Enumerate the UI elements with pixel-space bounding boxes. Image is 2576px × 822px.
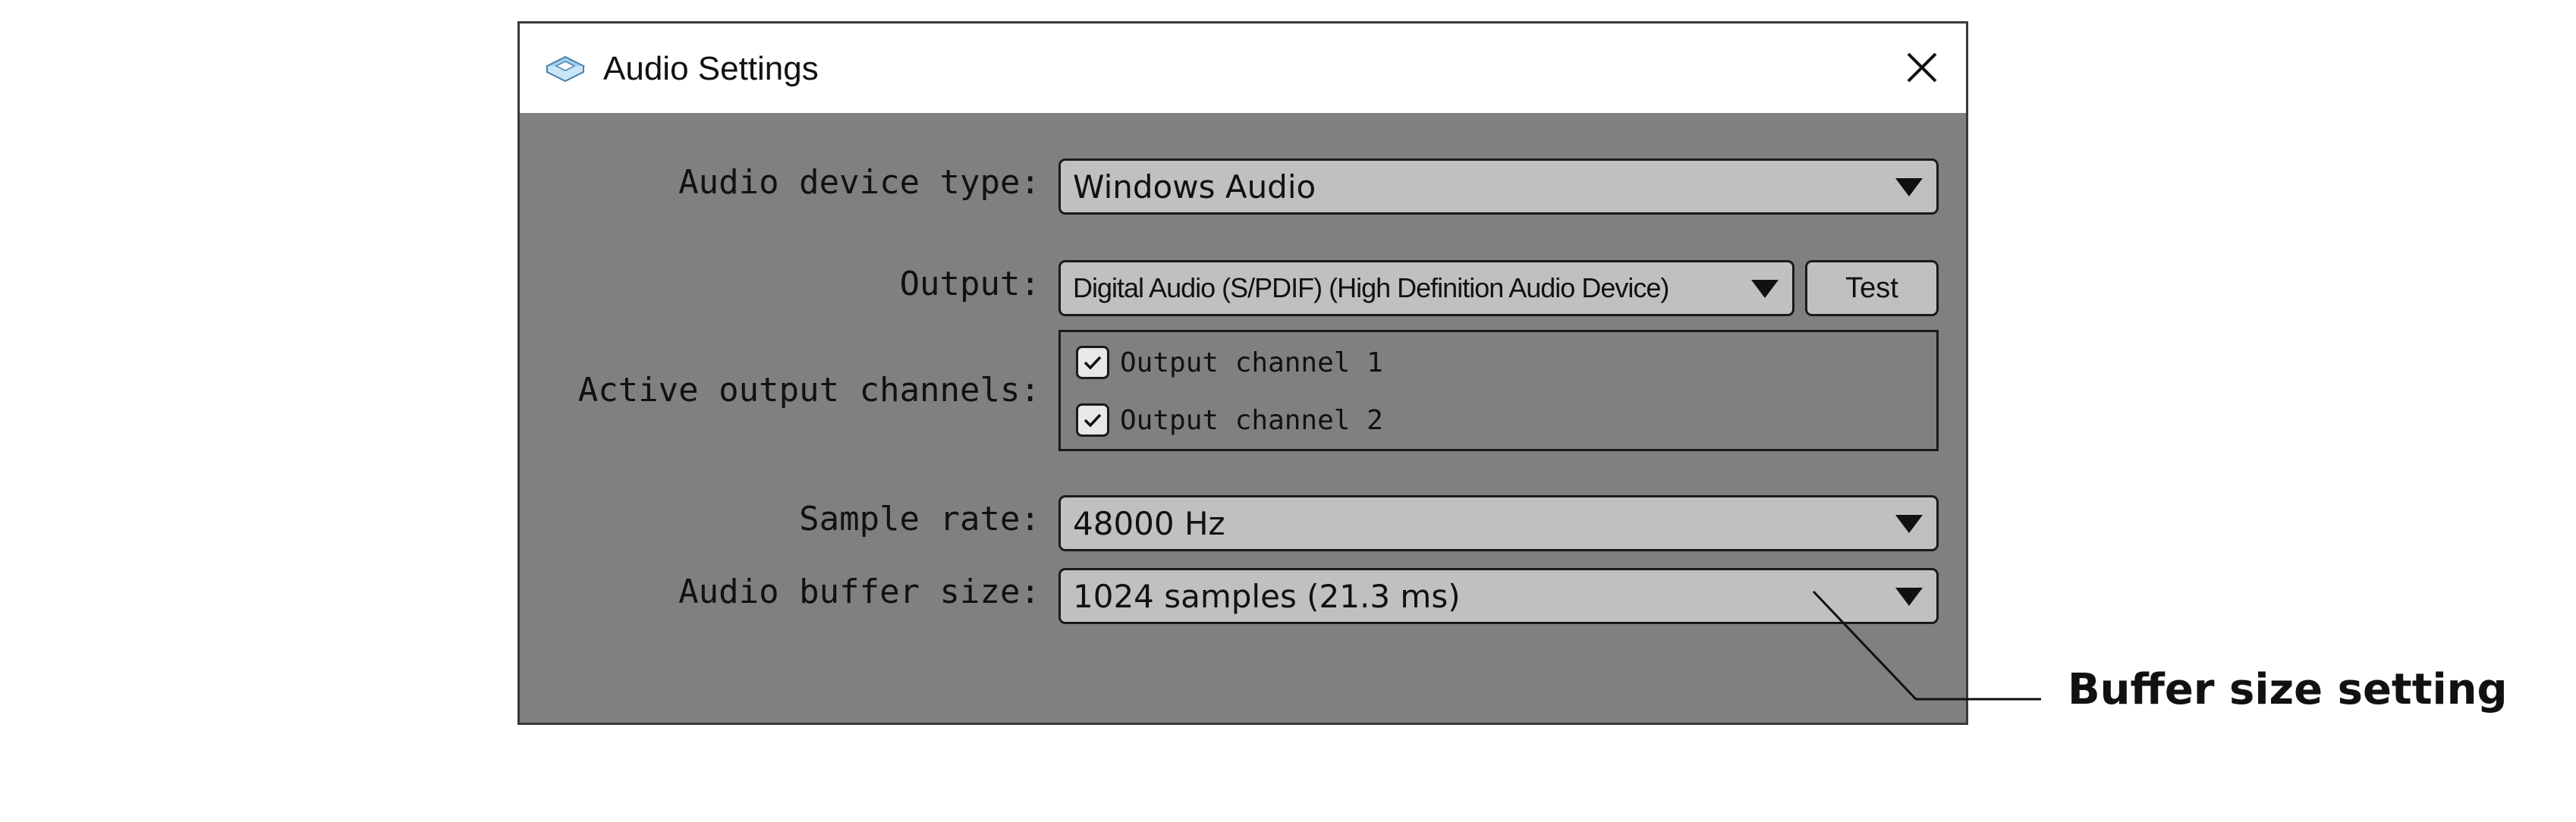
test-button[interactable]: Test <box>1805 260 1939 316</box>
audio-app-icon <box>545 55 586 83</box>
channels-list: Output channel 1 Output channel 2 <box>1058 330 1939 451</box>
channels-label: Active output channels: <box>577 371 1040 409</box>
channel-label: Output channel 1 <box>1120 347 1383 378</box>
output-label: Output: <box>899 265 1040 303</box>
chevron-down-icon <box>1895 588 1923 606</box>
checkbox-checked[interactable] <box>1076 346 1109 379</box>
output-value: Digital Audio (S/PDIF) (High Definition … <box>1073 272 1669 303</box>
buffer-size-dropdown[interactable]: 1024 samples (21.3 ms) <box>1058 568 1939 624</box>
checkmark-icon <box>1084 356 1102 370</box>
channel-item-1[interactable]: Output channel 1 <box>1076 340 1383 385</box>
channel-item-2[interactable]: Output channel 2 <box>1076 397 1383 443</box>
device-type-dropdown[interactable]: Windows Audio <box>1058 158 1939 215</box>
checkbox-checked[interactable] <box>1076 403 1109 437</box>
buffer-size-value: 1024 samples (21.3 ms) <box>1073 577 1461 615</box>
callout-label: Buffer size setting <box>2068 665 2508 714</box>
channel-label: Output channel 2 <box>1120 404 1383 436</box>
title-bar: Audio Settings <box>520 24 1966 113</box>
sample-rate-dropdown[interactable]: 48000 Hz <box>1058 495 1939 551</box>
sample-rate-value: 48000 Hz <box>1073 504 1225 542</box>
chevron-down-icon <box>1895 178 1923 196</box>
buffer-size-label: Audio buffer size: <box>678 573 1040 611</box>
audio-settings-window: Audio Settings Audio device type: Window… <box>517 21 1968 725</box>
chevron-down-icon <box>1895 515 1923 533</box>
chevron-down-icon <box>1751 280 1779 298</box>
window-title: Audio Settings <box>603 50 819 87</box>
device-type-value: Windows Audio <box>1073 168 1316 206</box>
sample-rate-label: Sample rate: <box>799 500 1040 538</box>
device-type-label: Audio device type: <box>678 163 1040 202</box>
checkmark-icon <box>1084 413 1102 428</box>
close-icon[interactable] <box>1899 45 1945 90</box>
output-dropdown[interactable]: Digital Audio (S/PDIF) (High Definition … <box>1058 260 1794 316</box>
